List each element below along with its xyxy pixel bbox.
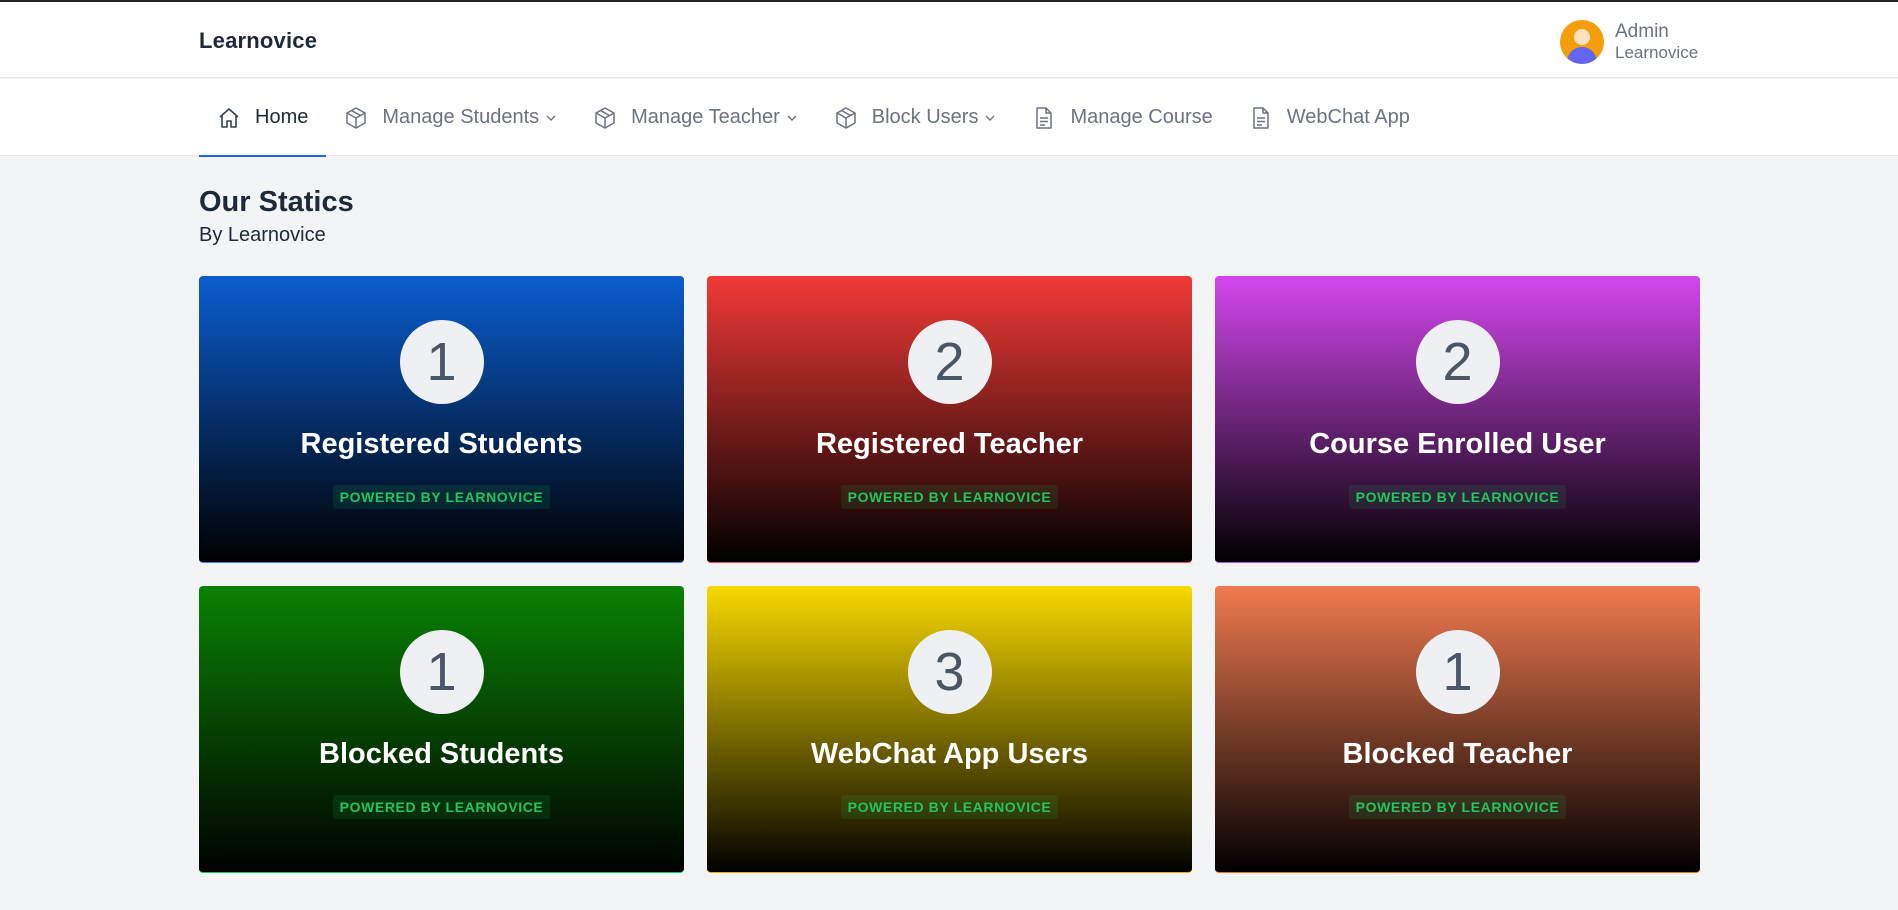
- powered-badge: POWERED BY LEARNOVICE: [840, 485, 1059, 509]
- stat-title: Blocked Students: [319, 738, 564, 770]
- stat-card-webchat-app-users[interactable]: 3 WebChat App Users POWERED BY LEARNOVIC…: [707, 586, 1192, 873]
- page-subtitle: By Learnovice: [199, 224, 326, 246]
- chevron-down-icon: [985, 115, 995, 121]
- stat-title: Course Enrolled User: [1309, 428, 1606, 460]
- nav-item-block-users[interactable]: Block Users: [816, 79, 1015, 156]
- stat-count: 2: [1415, 320, 1500, 404]
- cube-icon: [595, 106, 615, 129]
- stat-count: 1: [399, 630, 484, 714]
- nav-label-manage-teacher: Manage Teacher: [631, 106, 780, 128]
- nav-label-webchat-app: WebChat App: [1286, 106, 1410, 128]
- page-title: Our Statics: [199, 186, 354, 218]
- chevron-down-icon: [546, 115, 556, 121]
- nav-item-webchat-app[interactable]: WebChat App: [1231, 79, 1428, 156]
- chevron-down-icon: [787, 115, 797, 121]
- nav-item-manage-students[interactable]: Manage Students: [326, 79, 575, 156]
- nav-label-home: Home: [255, 106, 309, 128]
- user-org: Learnovice: [1615, 43, 1699, 63]
- cube-icon: [346, 106, 367, 129]
- user-name: Admin: [1615, 21, 1669, 43]
- stat-card-course-enrolled-user[interactable]: 2 Course Enrolled User POWERED BY LEARNO…: [1215, 276, 1700, 563]
- cube-icon: [836, 106, 856, 129]
- powered-badge: POWERED BY LEARNOVICE: [840, 795, 1059, 819]
- powered-badge: POWERED BY LEARNOVICE: [332, 485, 551, 509]
- powered-badge: POWERED BY LEARNOVICE: [1348, 795, 1567, 819]
- nav-label-manage-students: Manage Students: [382, 106, 540, 128]
- nav-item-home[interactable]: Home: [199, 79, 327, 157]
- top-header: Learnovice Admin Learnovice: [0, 2, 1898, 78]
- brand-logo-text[interactable]: Learnovice: [199, 28, 317, 54]
- stat-count: 3: [907, 630, 992, 714]
- avatar-body: [1567, 47, 1597, 64]
- user-info: Admin Learnovice: [1615, 21, 1698, 62]
- nav-label-manage-course: Manage Course: [1070, 106, 1213, 128]
- stat-count: 1: [1415, 630, 1500, 714]
- avatar-head: [1574, 29, 1590, 45]
- stat-card-blocked-students[interactable]: 1 Blocked Students POWERED BY LEARNOVICE: [199, 586, 684, 873]
- stat-card-registered-students[interactable]: 1 Registered Students POWERED BY LEARNOV…: [199, 276, 684, 563]
- stat-count: 1: [399, 320, 484, 404]
- nav-item-manage-teacher[interactable]: Manage Teacher: [575, 79, 816, 156]
- stat-card-blocked-teacher[interactable]: 1 Blocked Teacher POWERED BY LEARNOVICE: [1215, 586, 1700, 873]
- nav-items: Home Manage Students Manage Teacher Bloc…: [199, 79, 1428, 157]
- stat-title: WebChat App Users: [810, 738, 1089, 770]
- stat-title: Registered Students: [300, 428, 583, 460]
- document-icon: [1036, 106, 1053, 129]
- powered-badge: POWERED BY LEARNOVICE: [1348, 485, 1567, 509]
- stat-card-registered-teacher[interactable]: 2 Registered Teacher POWERED BY LEARNOVI…: [707, 276, 1192, 563]
- powered-badge: POWERED BY LEARNOVICE: [332, 795, 551, 819]
- document-icon: [1253, 106, 1269, 129]
- main-nav: Home Manage Students Manage Teacher Bloc…: [0, 79, 1898, 157]
- stat-title: Registered Teacher: [815, 428, 1084, 460]
- nav-label-block-users: Block Users: [871, 106, 979, 128]
- stat-count: 2: [907, 320, 992, 404]
- stats-grid: 1 Registered Students POWERED BY LEARNOV…: [199, 276, 1701, 873]
- avatar[interactable]: [1560, 20, 1604, 64]
- stat-title: Blocked Teacher: [1342, 738, 1573, 770]
- user-menu[interactable]: Admin Learnovice: [1560, 18, 1720, 66]
- nav-item-manage-course[interactable]: Manage Course: [1014, 79, 1230, 156]
- home-icon: [219, 107, 239, 128]
